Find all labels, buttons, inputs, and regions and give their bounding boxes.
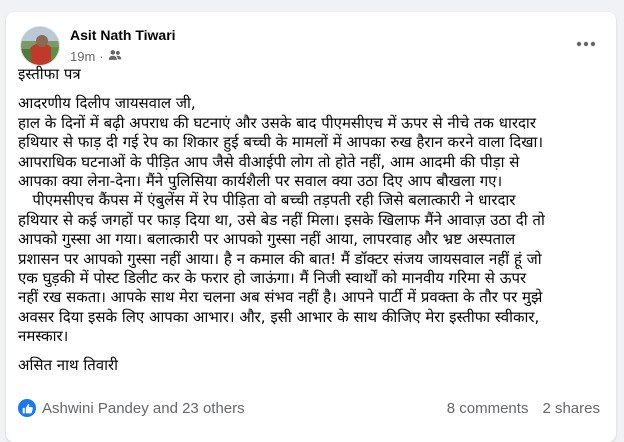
engagement-counts: 8 comments 2 shares [433,400,600,417]
post-line: आपको गुस्सा आ गया। बलात्कारी पर आपको गुस… [18,230,516,249]
shares-count[interactable]: 2 shares [542,400,600,417]
post-line: हथियार से कई जगहों पर फाड़ दिया था, उसे … [18,210,545,229]
post-line: पीएमसीएच कैंपस में एंबुलेंस में रेप पीड़… [18,191,516,210]
author-avatar[interactable] [20,26,60,66]
post-line: हाल के दिनों में बढ़ी अपराध की घटनाएं और… [18,113,536,132]
like-reaction-icon [18,399,36,417]
post-line-title: इस्तीफा पत्र [18,65,81,83]
reactions-summary[interactable]: Ashwini Pandey and 23 others [18,399,245,417]
friends-audience-icon[interactable] [108,48,122,65]
post-line: एक घुड़की में पोस्ट डिलीट कर के फरार हो … [18,269,527,288]
more-options-icon[interactable] [574,34,598,54]
avatar-image [21,27,59,65]
author-name[interactable]: Asit Nath Tiwari [70,27,176,43]
meta-separator: · [99,49,104,64]
post-line: आपराधिक घटनाओं के पीड़ित आप जैसे वीआईपी … [18,152,520,171]
post-line: हथियार से फाड़ दी गई रेप का शिकार हुई बच… [18,133,544,152]
post-signature: असित नाथ तिवारी [18,355,119,374]
post-card: Asit Nath Tiwari 19m · इस्तीफा पत्र आदरण… [6,12,616,442]
reactions-text[interactable]: Ashwini Pandey and 23 others [42,400,245,417]
comments-count[interactable]: 8 comments [447,400,529,417]
post-timestamp[interactable]: 19m [70,49,95,64]
post-line: नहीं रख सकता। आपके साथ मेरा चलना अब संभव… [18,288,543,307]
engagement-bar: Ashwini Pandey and 23 others 8 comments … [18,396,600,420]
post-line: प्रशासन पर आपको गुस्सा नहीं आया। है न कम… [18,249,542,268]
post-line: अवसर दिया इसके लिए आपका आभार। और, इसी आभ… [18,307,540,326]
post-line: नमस्कार। [18,327,69,346]
post-body: इस्तीफा पत्र आदरणीय दिलीप जायसवाल जी, हा… [18,65,610,375]
post-line: आपका क्या लेना-देना। मैंने पुलिसिया कार्… [18,172,503,191]
post-meta: 19m · [70,48,122,65]
post-line: आदरणीय दिलीप जायसवाल जी, [18,94,196,113]
